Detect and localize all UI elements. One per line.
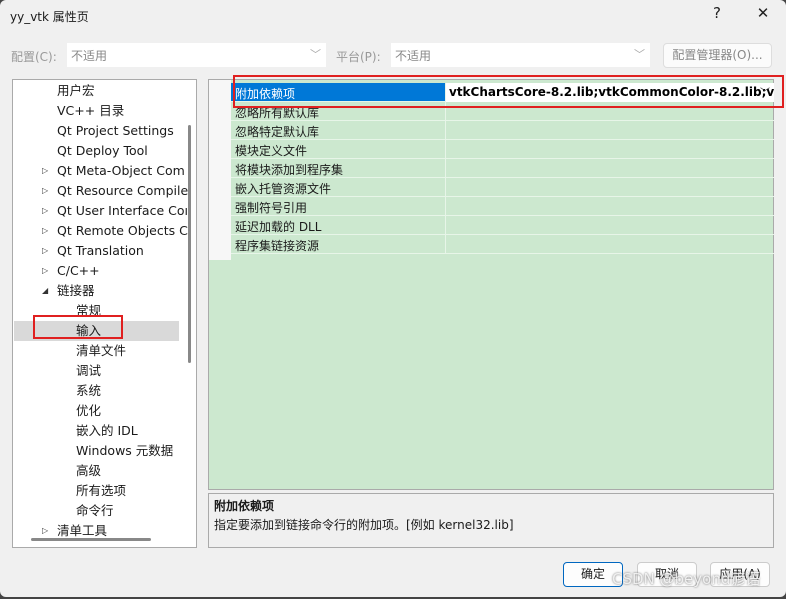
property-name: 程序集链接资源	[235, 239, 320, 253]
tree-item-label: 高级	[76, 463, 102, 478]
tree-item-label: Qt Project Settings	[57, 123, 174, 138]
property-pages-dialog: yy_vtk 属性页 ? ✕ 配置(C): 不适用 ﹀ 平台(P): 不适用 ﹀ 配…	[0, 0, 786, 597]
tree-item-label: Qt User Interface Coı	[57, 203, 188, 218]
chevron-down-icon: ﹀	[310, 48, 321, 61]
tree-item-label: 所有选项	[76, 483, 127, 498]
tree-item-label: VC++ 目录	[57, 103, 125, 118]
tree-item-label: 调试	[76, 363, 102, 378]
platform-value: 不适用	[395, 49, 432, 63]
grid-gutter	[209, 80, 231, 260]
description-panel: 附加依赖项 指定要添加到链接命令行的附加项。[例如 kernel32.lib]	[208, 493, 774, 548]
description-title: 附加依赖项	[214, 499, 275, 513]
expand-arrow-icon[interactable]: ▷	[42, 201, 48, 221]
tree-item-label: 优化	[76, 403, 102, 418]
tree-item-label: Qt Meta-Object Com	[57, 163, 185, 178]
configuration-manager-button[interactable]: 配置管理器(O)...	[663, 43, 772, 68]
highlight-box-tree	[33, 315, 123, 339]
chevron-down-icon: ﹀	[634, 48, 645, 61]
tree-item-label: Qt Resource Compile	[57, 183, 189, 198]
tree-item-label: Qt Remote Objects C	[57, 223, 188, 238]
watermark: CSDN @beyond谚语	[612, 570, 761, 588]
tree-item[interactable]: ▷ 清单工具	[42, 521, 108, 541]
property-name: 将模块添加到程序集	[235, 163, 344, 177]
tree-item-label: 命令行	[76, 503, 114, 518]
tree-item-label: 清单工具	[57, 523, 108, 538]
tree-item-label: 系统	[76, 383, 102, 398]
property-value[interactable]	[445, 197, 774, 216]
tree-item[interactable]: 系统	[76, 381, 101, 401]
tree-item-label: Qt Deploy Tool	[57, 143, 148, 158]
tree-item[interactable]: ▷ Qt Remote Objects C	[42, 221, 188, 241]
tree-item-label: 用户宏	[57, 83, 95, 98]
tree-item[interactable]: VC++ 目录	[57, 101, 124, 121]
tree-item[interactable]: Windows 元数据	[76, 441, 173, 461]
tree-item[interactable]: Qt Deploy Tool	[57, 141, 148, 161]
property-name: 延迟加载的 DLL	[235, 220, 322, 234]
tree-item[interactable]: ▷ Qt User Interface Coı	[42, 201, 188, 221]
platform-label: 平台(P):	[336, 50, 381, 64]
tree-item[interactable]: Qt Project Settings	[57, 121, 174, 141]
expand-arrow-icon[interactable]: ▷	[42, 521, 48, 541]
property-value[interactable]	[445, 235, 774, 254]
tree-item[interactable]: ▷ C/C++	[42, 261, 100, 281]
description-text: 指定要添加到链接命令行的附加项。[例如 kernel32.lib]	[214, 518, 514, 532]
tree-item[interactable]: 优化	[76, 401, 101, 421]
config-label: 配置(C):	[11, 50, 57, 64]
expand-arrow-icon[interactable]: ▷	[42, 261, 48, 281]
expand-arrow-icon[interactable]: ▷	[42, 221, 48, 241]
property-value[interactable]	[445, 178, 774, 197]
tree-item-label: 嵌入的 IDL	[76, 423, 138, 438]
close-button[interactable]: ✕	[748, 4, 778, 22]
property-value[interactable]	[445, 159, 774, 178]
tree-item[interactable]: 命令行	[76, 501, 114, 521]
config-select[interactable]: 不适用 ﹀	[67, 43, 326, 67]
tree-item[interactable]: 调试	[76, 361, 101, 381]
expand-arrow-icon[interactable]: ▷	[42, 181, 48, 201]
collapse-arrow-icon[interactable]: ◢	[42, 281, 48, 301]
property-name: 强制符号引用	[235, 201, 308, 215]
property-name: 忽略特定默认库	[235, 125, 320, 139]
tree-item[interactable]: ▷ Qt Resource Compile	[42, 181, 189, 201]
tree-item[interactable]: 所有选项	[76, 481, 126, 501]
chevron-down-icon[interactable]: ﹀	[760, 84, 770, 99]
tree-item-label: Qt Translation	[57, 243, 144, 258]
property-row[interactable]: 嵌入托管资源文件	[231, 178, 774, 197]
property-value[interactable]	[445, 121, 774, 140]
platform-select[interactable]: 不适用 ﹀	[391, 43, 650, 67]
tree-item[interactable]: 清单文件	[76, 341, 126, 361]
highlight-box-grid	[233, 75, 784, 108]
vertical-scrollbar[interactable]	[188, 125, 191, 363]
property-value[interactable]	[445, 140, 774, 159]
window-title: yy_vtk 属性页	[10, 10, 89, 24]
property-row[interactable]: 模块定义文件	[231, 140, 774, 159]
tree-item[interactable]: 嵌入的 IDL	[76, 421, 138, 441]
property-name: 嵌入托管资源文件	[235, 182, 332, 196]
tree-item[interactable]: 用户宏	[57, 81, 95, 101]
settings-tree: 用户宏 VC++ 目录 Qt Project Settings Qt Deploy T…	[12, 79, 197, 548]
tree-item-label: C/C++	[57, 263, 100, 278]
tree-item[interactable]: ▷ Qt Meta-Object Com	[42, 161, 185, 181]
tree-item[interactable]: ▷ Qt Translation	[42, 241, 144, 261]
property-grid: 附加依赖项 vtkChartsCore-8.2.lib;vtkCommonColo…	[208, 79, 774, 490]
property-row[interactable]: 强制符号引用	[231, 197, 774, 216]
help-button[interactable]: ?	[702, 4, 732, 22]
property-row[interactable]: 程序集链接资源	[231, 235, 774, 254]
property-row[interactable]: 忽略特定默认库	[231, 121, 774, 140]
config-value: 不适用	[71, 49, 108, 63]
tree-item-label: 链接器	[57, 283, 95, 298]
property-row[interactable]: 将模块添加到程序集	[231, 159, 774, 178]
tree-item[interactable]: 高级	[76, 461, 101, 481]
property-value[interactable]	[445, 216, 774, 235]
tree-item-label: Windows 元数据	[76, 443, 174, 458]
expand-arrow-icon[interactable]: ▷	[42, 161, 48, 181]
tree-item-label: 清单文件	[76, 343, 127, 358]
property-row[interactable]: 延迟加载的 DLL	[231, 216, 774, 235]
property-name: 模块定义文件	[235, 144, 308, 158]
expand-arrow-icon[interactable]: ▷	[42, 241, 48, 261]
tree-item[interactable]: ◢ 链接器	[42, 281, 95, 301]
